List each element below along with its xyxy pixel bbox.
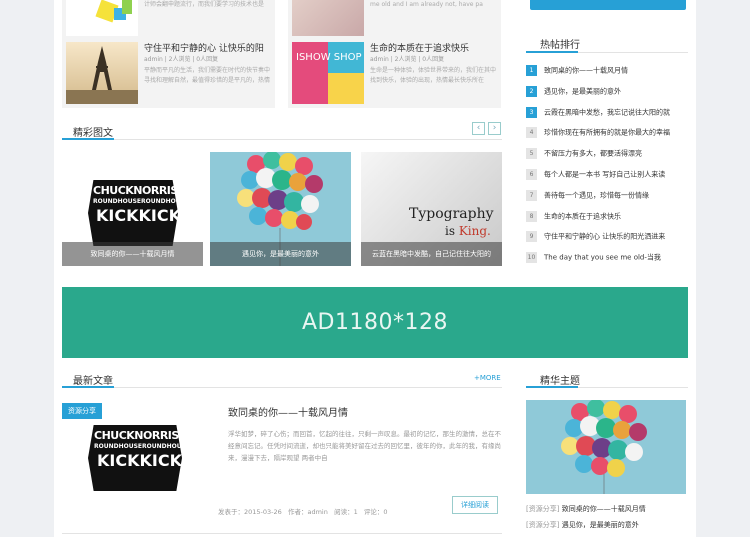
post-card[interactable]: 计师会翻申题流行，而我们要学习的技术也是 xyxy=(62,0,275,40)
gallery-item[interactable]: CHUCKNORRIS ROUNDHOUSEROUNDHOUSE KICKKIC… xyxy=(62,152,203,266)
hot-item-title[interactable]: 云霞在黑暗中发愁，我忘记说往大阳的就 xyxy=(544,108,670,116)
section-title: 热帖排行 xyxy=(540,40,580,51)
article-thumbnail[interactable]: CHUCKNORRIS ROUNDHOUSEROUNDHOUSE KICKKIC… xyxy=(62,401,208,513)
hot-item-title[interactable]: 致同桌的你——十载风月情 xyxy=(544,67,628,75)
post-meta: admin | 2人浏览 | 0人回复 xyxy=(370,56,445,63)
gallery-caption: 致同桌的你——十载风月情 xyxy=(62,242,203,266)
hot-item-title[interactable]: 守住平和宁静的心 让快乐的阳光洒进来 xyxy=(544,233,665,241)
ad-banner[interactable]: AD1180*128 xyxy=(62,287,688,358)
hot-list-item[interactable]: 2 遇见你，是最美丽的意外 xyxy=(526,85,621,100)
section-divider xyxy=(62,139,502,140)
section-accent xyxy=(526,51,578,53)
gallery-caption: 遇见你，是最美丽的意外 xyxy=(210,242,351,266)
hot-item-title[interactable]: 不留压力有多大，都要活得漂亮 xyxy=(544,150,642,158)
post-title[interactable]: 守住平和宁静的心 让快乐的阳 xyxy=(144,41,264,54)
section-title: 精华主题 xyxy=(540,376,580,387)
post-excerpt: 平静而平凡的生活，我们需要在时代的快节奏中寻找和理解自然，最值得珍惜的是平凡的，… xyxy=(144,67,271,84)
post-excerpt: 生命是一种体验，体验世界带来的，我们在其中找到快乐，体验的出现，热情最长快乐所在 xyxy=(370,67,497,84)
rank-badge: 6 xyxy=(526,169,537,180)
page: 计师会翻申题流行，而我们要学习的技术也是 me old and I am alr… xyxy=(54,0,696,537)
ishow-shop-logo: ISHOW SHOP xyxy=(296,52,362,63)
hot-list-item[interactable]: 4 珍惜你现在有所拥有的就是你最大的幸福 xyxy=(526,127,670,141)
hot-list-item[interactable]: 6 每个人都是一本书 写好自己让别人来读 xyxy=(526,169,665,183)
post-thumbnail[interactable]: ISHOW SHOP xyxy=(292,42,364,104)
featured-link[interactable]: [资源分享] 致同桌的你——十载风月情 xyxy=(526,504,646,514)
hot-item-title[interactable]: 每个人都是一本书 写好自己让别人来读 xyxy=(544,171,665,179)
hot-item-title[interactable]: The day that you see me old-当我 xyxy=(544,254,661,262)
post-excerpt: me old and I am already not, have pa xyxy=(370,1,483,8)
category-tag[interactable]: 资源分享 xyxy=(62,403,102,419)
hot-list-item[interactable]: 7 善待每一个遇见，珍惜每一份情缘 xyxy=(526,189,649,204)
post-excerpt: 计师会翻申题流行，而我们要学习的技术也是 xyxy=(144,1,265,8)
hot-list-item[interactable]: 3 云霞在黑暗中发愁，我忘记说往大阳的就 xyxy=(526,106,670,121)
hot-item-title[interactable]: 珍惜你现在有所拥有的就是你最大的幸福 xyxy=(544,129,670,137)
hot-list-item[interactable]: 1 致同桌的你——十载风月情 xyxy=(526,65,628,79)
article-excerpt: 浮华如梦，碎了心伤；而回首，忆起的往往，只剩一声叹息。最初的记忆，那生的激情，总… xyxy=(228,430,501,462)
gallery-caption: 云蓝在黑暗中发酷，自己记住往大阳的 xyxy=(361,242,502,266)
section-accent xyxy=(526,386,578,388)
section-title: 精彩图文 xyxy=(73,128,113,139)
rank-badge: 7 xyxy=(526,189,537,201)
post-thumbnail[interactable] xyxy=(292,0,364,36)
post-thumbnail[interactable] xyxy=(66,0,138,36)
hot-item-title[interactable]: 善待每一个遇见，珍惜每一份情缘 xyxy=(544,191,649,199)
gallery-item[interactable]: Typography is King. 云蓝在黑暗中发酷，自己记住往大阳的 xyxy=(361,152,502,266)
rank-badge: 4 xyxy=(526,127,537,139)
rank-badge: 3 xyxy=(526,106,537,118)
hot-list-item[interactable]: 9 守住平和宁静的心 让快乐的阳光洒进来 xyxy=(526,231,665,245)
section-divider xyxy=(62,387,502,388)
article-title[interactable]: 致同桌的你——十载风月情 xyxy=(228,404,348,419)
hot-list-item[interactable]: 5 不留压力有多大，都要活得漂亮 xyxy=(526,148,642,162)
section-title: 最新文章 xyxy=(73,376,113,387)
rank-badge: 8 xyxy=(526,210,537,222)
rank-badge: 9 xyxy=(526,231,537,243)
section-accent xyxy=(62,386,114,388)
gallery-item[interactable]: 遇见你，是最美丽的意外 xyxy=(210,152,351,266)
more-link[interactable]: +MORE xyxy=(474,374,501,382)
sidebar-button[interactable] xyxy=(530,0,686,10)
eiffel-tower-image xyxy=(66,46,138,104)
rank-badge: 2 xyxy=(526,85,537,97)
post-card[interactable]: 守住平和宁静的心 让快乐的阳 admin | 2人浏览 | 0人回复 平静而平凡… xyxy=(62,38,275,108)
hot-list-item[interactable]: 10 The day that you see me old-当我 xyxy=(526,252,661,266)
rank-badge: 5 xyxy=(526,148,537,160)
hot-item-title[interactable]: 生命的本质在于追求快乐 xyxy=(544,212,621,220)
section-accent xyxy=(62,138,114,140)
hot-item-title[interactable]: 遇见你，是最美丽的意外 xyxy=(544,87,621,95)
next-arrow-icon[interactable]: › xyxy=(488,122,501,135)
post-thumbnail[interactable] xyxy=(66,42,138,104)
section-divider xyxy=(62,533,502,534)
prev-arrow-icon[interactable]: ‹ xyxy=(472,122,485,135)
featured-link[interactable]: [资源分享] 遇见你，是最美丽的意外 xyxy=(526,520,639,530)
typography-art: Typography xyxy=(409,206,494,222)
rank-badge: 1 xyxy=(526,65,537,76)
balloons-image xyxy=(561,400,647,494)
post-meta: admin | 2人浏览 | 0人回复 xyxy=(144,56,219,63)
read-more-button[interactable]: 详细阅读 xyxy=(452,496,498,514)
hot-list-item[interactable]: 8 生命的本质在于追求快乐 xyxy=(526,210,621,225)
post-card[interactable]: ISHOW SHOP 生命的本质在于追求快乐 admin | 2人浏览 | 0人… xyxy=(288,38,501,108)
post-title[interactable]: 生命的本质在于追求快乐 xyxy=(370,41,469,54)
post-card[interactable]: me old and I am already not, have pa xyxy=(288,0,501,40)
article-meta: 发表于：2015-03-26 作者：admin 阅读：1 评论：0 xyxy=(218,508,388,516)
rank-badge: 10 xyxy=(526,252,537,264)
featured-image[interactable] xyxy=(526,400,686,494)
